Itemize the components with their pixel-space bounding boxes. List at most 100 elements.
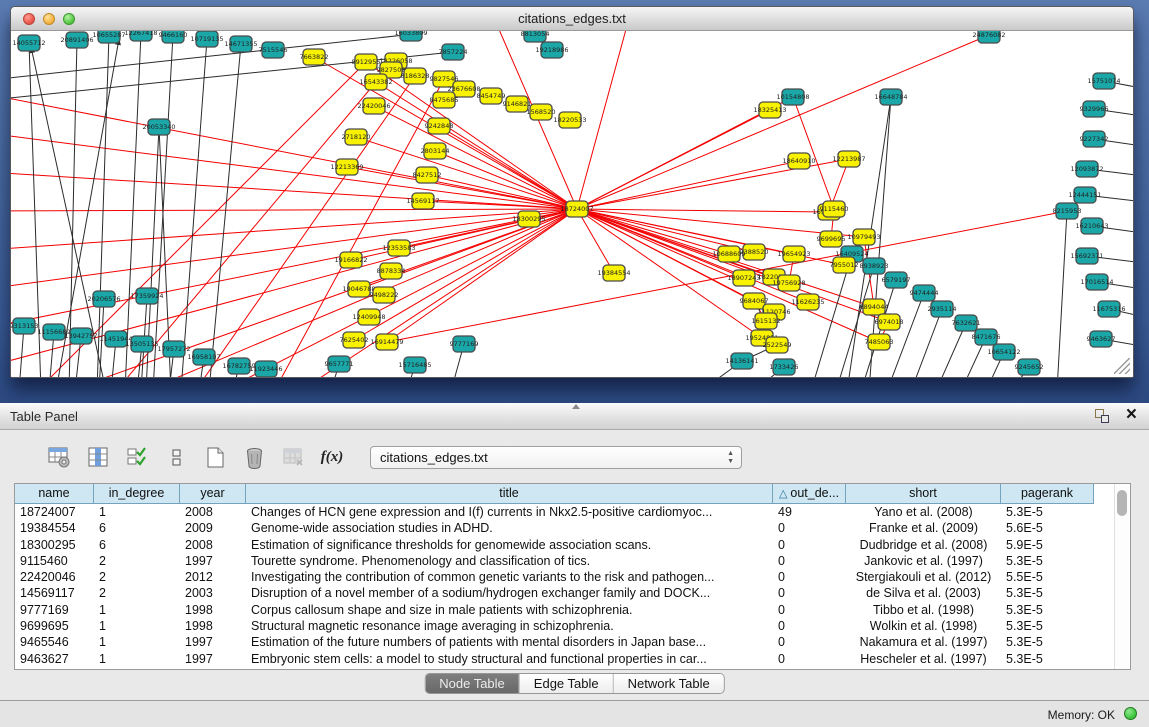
graph-node[interactable]: 14569117 <box>406 193 439 209</box>
table-row[interactable]: 1830029562008Estimation of significance … <box>15 537 1130 553</box>
table-row[interactable]: 1938455462009Genome-wide association stu… <box>15 520 1130 536</box>
graph-edge[interactable] <box>836 266 874 377</box>
column-select-icon[interactable] <box>85 444 111 470</box>
table-cell[interactable]: 9699695 <box>15 618 94 634</box>
graph-node[interactable]: 1615132 <box>752 313 781 329</box>
graph-node[interactable]: 17016514 <box>1080 274 1113 290</box>
table-cell[interactable]: Tibbo et al. (1998) <box>846 602 1001 618</box>
graph-node[interactable]: 12444151 <box>1068 187 1101 203</box>
table-cell[interactable]: 1 <box>94 504 180 520</box>
table-cell[interactable]: 5.3E-5 <box>1001 585 1094 601</box>
table-row[interactable]: 1456911722003Disruption of a novel membe… <box>15 585 1130 601</box>
graph-node[interactable]: 24876082 <box>972 31 1005 43</box>
graph-node[interactable]: 8938923 <box>860 258 889 274</box>
graph-node[interactable]: 10719135 <box>190 31 223 47</box>
graph-node[interactable]: 10979493 <box>847 229 880 245</box>
graph-edge[interactable] <box>577 209 829 212</box>
graph-node[interactable]: 6974018 <box>875 314 904 330</box>
table-cell[interactable]: Wolkin et al. (1998) <box>846 618 1001 634</box>
table-cell[interactable]: Dudbridge et al. (2008) <box>846 537 1001 553</box>
column-header-name[interactable]: name <box>15 484 94 504</box>
column-header-pagerank[interactable]: pagerank <box>1001 484 1094 504</box>
table-cell[interactable]: 5.3E-5 <box>1001 651 1094 667</box>
graph-node[interactable]: 2718120 <box>342 129 371 145</box>
float-panel-icon[interactable] <box>1095 409 1109 423</box>
scrollbar-thumb[interactable] <box>1117 490 1127 516</box>
table-cell[interactable]: 0 <box>773 520 846 536</box>
close-panel-icon[interactable]: × <box>1126 404 1137 426</box>
graph-node[interactable]: 9115460 <box>820 201 849 217</box>
graph-node[interactable]: 12213369 <box>330 159 363 175</box>
graph-node[interactable]: 1568520 <box>527 104 556 120</box>
table-cell[interactable]: Estimation of significance thresholds fo… <box>246 537 773 553</box>
table-cell[interactable]: 0 <box>773 634 846 650</box>
graph-edge[interactable] <box>887 293 924 377</box>
table-cell[interactable]: Genome-wide association studies in ADHD. <box>246 520 773 536</box>
graph-node[interactable]: 9329966 <box>1080 101 1109 117</box>
graph-edge[interactable] <box>387 209 577 342</box>
graph-node[interactable]: 8471676 <box>972 329 1001 345</box>
graph-edge[interactable] <box>376 82 577 209</box>
tab-node-table[interactable]: Node Table <box>425 674 519 693</box>
column-header-year[interactable]: year <box>180 484 246 504</box>
graph-node[interactable]: 20206576 <box>87 291 120 307</box>
graph-node[interactable]: 9463627 <box>1087 331 1116 347</box>
graph-node[interactable]: 12267418 <box>124 31 157 41</box>
table-cell[interactable]: 1 <box>94 618 180 634</box>
table-cell[interactable]: Franke et al. (2009) <box>846 520 1001 536</box>
table-cell[interactable]: 5.3E-5 <box>1001 618 1094 634</box>
table-cell[interactable]: Hescheler et al. (1997) <box>846 651 1001 667</box>
table-cell[interactable]: 1 <box>94 602 180 618</box>
graph-node[interactable]: 8813054 <box>521 31 550 42</box>
table-cell[interactable]: 9777169 <box>15 602 94 618</box>
table-cell[interactable]: Structural magnetic resonance image aver… <box>246 618 773 634</box>
table-cell[interactable]: 0 <box>773 618 846 634</box>
table-cell[interactable]: 0 <box>773 569 846 585</box>
graph-node[interactable]: 18220533 <box>553 112 586 128</box>
graph-node[interactable]: 8215953 <box>1053 203 1082 219</box>
graph-node[interactable]: 9777169 <box>450 336 479 352</box>
table-cell[interactable]: 0 <box>773 651 846 667</box>
graph-node[interactable]: 2522549 <box>763 337 792 353</box>
table-cell[interactable]: de Silva et al. (2003) <box>846 585 1001 601</box>
graph-node[interactable]: 18907243 <box>727 270 760 286</box>
table-cell[interactable]: Estimation of the future numbers of pati… <box>246 634 773 650</box>
graph-node[interactable]: 9245652 <box>1015 359 1044 375</box>
graph-edge[interactable] <box>1057 211 1067 377</box>
graph-node[interactable]: 8427512 <box>413 167 442 183</box>
table-cell[interactable]: Corpus callosum shape and size in male p… <box>246 602 773 618</box>
column-header-title[interactable]: title <box>246 484 773 504</box>
table-cell[interactable]: 5.3E-5 <box>1001 602 1094 618</box>
table-cell[interactable]: Tourette syndrome. Phenomenology and cla… <box>246 553 773 569</box>
graph-node[interactable]: 8475685 <box>430 92 459 108</box>
new-file-icon[interactable] <box>202 444 228 470</box>
table-cell[interactable]: 1997 <box>180 553 246 569</box>
graph-node[interactable]: 6894044 <box>860 299 889 315</box>
graph-edge[interactable] <box>374 106 577 209</box>
graph-node[interactable]: 9498222 <box>370 287 399 303</box>
graph-node[interactable]: 10655287 <box>92 31 125 43</box>
graph-node[interactable]: 14055712 <box>12 35 45 51</box>
rows-icon[interactable] <box>163 444 189 470</box>
table-cell[interactable]: 49 <box>773 504 846 520</box>
table-cell[interactable]: 5.3E-5 <box>1001 634 1094 650</box>
table-cell[interactable]: 0 <box>773 585 846 601</box>
row-check-icon[interactable] <box>124 444 150 470</box>
graph-node[interactable]: 9227342 <box>1080 131 1109 147</box>
table-cell[interactable]: Embryonic stem cells: a model to study s… <box>246 651 773 667</box>
graph-node[interactable]: 8186328 <box>401 68 430 84</box>
table-cell[interactable]: 2 <box>94 585 180 601</box>
table-row[interactable]: 977716911998Corpus callosum shape and si… <box>15 602 1130 618</box>
graph-node[interactable]: 9242848 <box>425 118 454 134</box>
table-cell[interactable]: 19384554 <box>15 520 94 536</box>
table-row[interactable]: 911546021997Tourette syndrome. Phenomeno… <box>15 553 1130 569</box>
graph-edge[interactable] <box>11 209 577 211</box>
graph-edge[interactable] <box>911 309 942 377</box>
table-cell[interactable]: 1998 <box>180 602 246 618</box>
graph-node[interactable]: 7663822 <box>300 49 329 65</box>
table-cell[interactable]: Nakamura et al. (1997) <box>846 634 1001 650</box>
table-cell[interactable]: 0 <box>773 602 846 618</box>
graph-node[interactable]: 2935114 <box>928 301 957 317</box>
table-cell[interactable]: 5.5E-5 <box>1001 569 1094 585</box>
graph-node[interactable]: 2803144 <box>421 143 450 159</box>
